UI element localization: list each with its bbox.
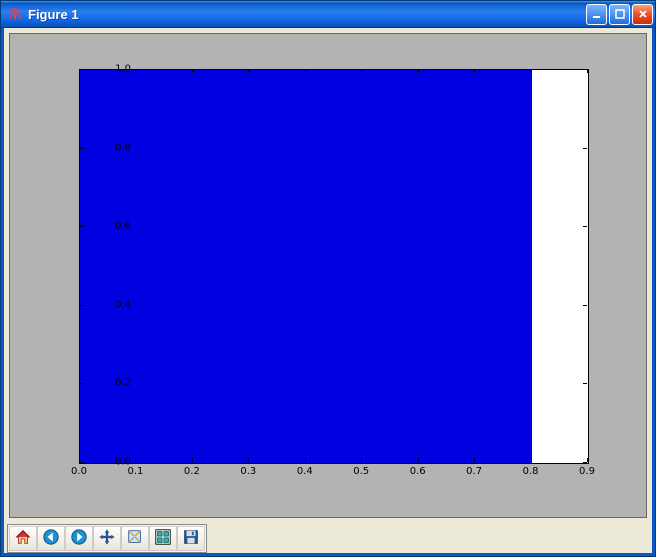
zoom-icon <box>126 528 144 549</box>
tk-app-icon <box>7 6 23 22</box>
pan-icon <box>98 528 116 549</box>
back-button[interactable] <box>37 526 65 551</box>
save-button[interactable] <box>177 526 205 551</box>
back-icon <box>42 528 60 549</box>
bar <box>475 70 531 463</box>
bar <box>419 70 475 463</box>
ytick-label: 1.0 <box>91 64 131 75</box>
bar <box>362 70 418 463</box>
window-controls <box>586 4 653 25</box>
titlebar[interactable]: Figure 1 <box>1 1 655 28</box>
forward-button[interactable] <box>65 526 93 551</box>
zoom-button[interactable] <box>121 526 149 551</box>
xtick-label: 0.9 <box>579 466 595 477</box>
home-button[interactable] <box>9 526 37 551</box>
window-title: Figure 1 <box>28 7 586 22</box>
plot-axes <box>79 69 589 464</box>
forward-icon <box>70 528 88 549</box>
xtick-label: 0.0 <box>71 466 87 477</box>
xtick-label: 0.8 <box>523 466 539 477</box>
ytick-label: 0.4 <box>91 299 131 310</box>
bar <box>306 70 362 463</box>
subplots-button[interactable] <box>149 526 177 551</box>
ytick-label: 0.2 <box>91 378 131 389</box>
xtick-label: 0.4 <box>297 466 313 477</box>
figure-canvas[interactable]: 0.00.20.40.60.81.00.00.10.20.30.40.50.60… <box>9 33 647 518</box>
bars-layer <box>80 70 588 463</box>
maximize-button[interactable] <box>609 4 630 25</box>
save-icon <box>182 528 200 549</box>
ytick-label: 0.0 <box>91 457 131 468</box>
xtick-label: 0.1 <box>127 466 143 477</box>
xtick-label: 0.7 <box>466 466 482 477</box>
bar <box>136 70 192 463</box>
figure-content: 0.00.20.40.60.81.00.00.10.20.30.40.50.60… <box>1 28 655 523</box>
bar <box>193 70 249 463</box>
home-icon <box>14 528 32 549</box>
bar <box>80 70 136 463</box>
ytick-label: 0.8 <box>91 142 131 153</box>
toolbar-row <box>1 523 655 556</box>
nav-toolbar <box>7 524 207 553</box>
subplots-icon <box>154 528 172 549</box>
figure-window: Figure 1 0.00.20.40.60.81.00.00.10.20.30… <box>0 0 656 557</box>
close-button[interactable] <box>632 4 653 25</box>
ytick-label: 0.6 <box>91 221 131 232</box>
xtick-label: 0.2 <box>184 466 200 477</box>
xtick-label: 0.5 <box>353 466 369 477</box>
minimize-button[interactable] <box>586 4 607 25</box>
pan-button[interactable] <box>93 526 121 551</box>
xtick-label: 0.6 <box>410 466 426 477</box>
xtick-label: 0.3 <box>240 466 256 477</box>
bar <box>249 70 305 463</box>
